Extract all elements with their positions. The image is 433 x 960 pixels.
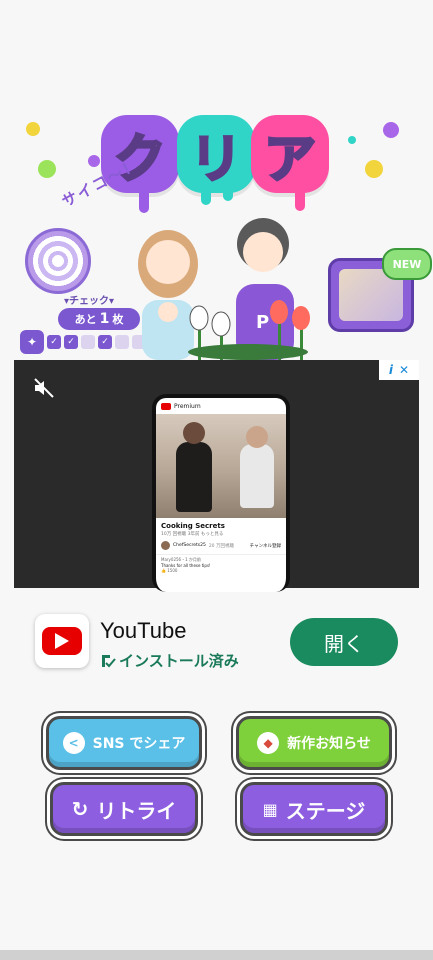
open-app-button[interactable]: 開く [290, 618, 398, 666]
share-sns-button[interactable]: < SNS でシェア [46, 716, 202, 770]
splatter-green [38, 160, 56, 178]
stage-label: ステージ [285, 798, 366, 823]
stage-button[interactable]: ▦ ステージ [240, 782, 388, 836]
retry-icon: ↻ [71, 797, 89, 821]
channel-row: ChefSecrets25 20 万回視聴 チャンネル登録 [156, 537, 286, 554]
check-label: ▾チェック▾ [64, 296, 115, 307]
check-box-done: ✓ [47, 335, 61, 349]
phone-mockup: Premium Cooking Secrets 10万 回視聴 3年前 もっと見… [152, 394, 290, 592]
clear-banner: ク リ ア サイコ〜！ ▾チェック▾ あと 1 枚 ✦ ✓ ✓ ✓ P NEW [0, 0, 433, 360]
check-box-empty [115, 335, 129, 349]
system-nav-bar [0, 950, 433, 960]
characters-illustration: P [138, 218, 310, 360]
stage-grid-icon: ▦ [262, 799, 278, 819]
remaining-number: 1 [99, 311, 110, 327]
splatter-purple [383, 122, 399, 138]
news-logo-icon: ◆ [257, 732, 280, 754]
like-count: 1500 [167, 568, 178, 573]
splatter-yellow [26, 122, 40, 136]
news-button[interactable]: ◆ 新作お知らせ [236, 716, 392, 770]
comment-likes: 👍 1500 [161, 568, 178, 573]
paint-drip [295, 185, 305, 211]
subscribe-label: チャンネル登録 [249, 543, 281, 549]
person-figure [176, 422, 212, 512]
app-install-card: YouTube インストール済み 開く [0, 588, 433, 688]
installed-check-icon [102, 654, 116, 667]
ad-choices[interactable]: i ✕ [379, 360, 419, 380]
paint-drip [223, 187, 233, 201]
svg-text:P: P [256, 312, 269, 333]
remaining-suffix: 枚 [112, 313, 124, 326]
channel-subs: 20 万回視聴 [208, 543, 234, 549]
video-thumbnail [156, 414, 286, 518]
splatter-cyan [348, 136, 356, 144]
youtube-app-icon[interactable] [35, 614, 89, 668]
mute-icon[interactable] [32, 376, 56, 400]
check-box-done: ✓ [98, 335, 112, 349]
paint-drip [201, 185, 211, 205]
comment-row: Mary0256・1 か月前 Thanks for all these tips… [156, 554, 286, 575]
video-ad[interactable]: i ✕ Premium Cooking Secrets 10万 回視聴 3年前 … [14, 360, 419, 592]
new-badge: NEW [382, 248, 432, 280]
title-char: ア [251, 115, 329, 193]
share-icon: < [62, 732, 85, 754]
retry-label: リトライ [96, 798, 177, 823]
ad-info-icon[interactable]: i [389, 363, 393, 377]
brand-label: Premium [174, 402, 201, 410]
channel-avatar [161, 541, 170, 550]
sparkle-icon: ✦ [20, 330, 44, 354]
phone-top-bar: Premium [156, 398, 286, 414]
paint-drip [139, 185, 149, 213]
youtube-mini-logo-icon [161, 402, 171, 410]
splatter-yellow [365, 160, 383, 178]
title-char: リ [177, 115, 255, 193]
person-figure [240, 426, 274, 508]
install-status: インストール済み [100, 650, 239, 671]
install-status-text: インストール済み [119, 652, 239, 670]
news-label: 新作お知らせ [287, 736, 371, 752]
swirl-flower-icon [25, 228, 91, 294]
video-title: Cooking Secrets [161, 522, 225, 530]
ad-close-icon[interactable]: ✕ [399, 363, 409, 377]
share-label: SNS でシェア [92, 736, 186, 752]
channel-name: ChefSecrets25 [173, 543, 206, 548]
retry-button[interactable]: ↻ リトライ [50, 782, 198, 836]
check-box-empty [81, 335, 95, 349]
youtube-logo-icon [42, 627, 82, 655]
remaining-prefix: あと [74, 313, 97, 326]
check-box-done: ✓ [64, 335, 78, 349]
app-name: YouTube [100, 618, 187, 643]
